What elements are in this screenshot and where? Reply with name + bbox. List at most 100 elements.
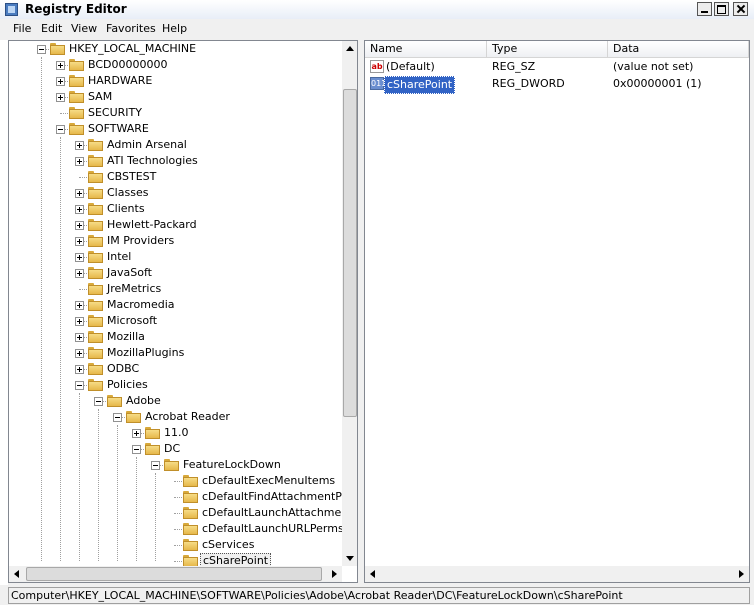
expand-icon[interactable] xyxy=(75,205,84,214)
tree-node[interactable]: cDefaultFindAttachmentPerms xyxy=(9,489,357,505)
tree-node-label: BCD00000000 xyxy=(88,58,168,71)
tree-node[interactable]: Policies xyxy=(9,377,342,393)
tree-node[interactable]: FeatureLockDown xyxy=(9,457,342,473)
folder-icon xyxy=(145,427,160,439)
tree-horizontal-scrollbar[interactable] xyxy=(9,566,342,582)
tree-vertical-scrollbar[interactable] xyxy=(342,41,357,566)
column-header-type[interactable]: Type xyxy=(487,41,608,58)
dword-value-icon: 011 xyxy=(370,77,387,90)
expand-icon[interactable] xyxy=(75,365,84,374)
list-scroll-right-button[interactable] xyxy=(733,566,749,582)
tree-node[interactable]: Classes xyxy=(9,185,342,201)
tree-node[interactable]: ATI Technologies xyxy=(9,153,342,169)
menu-favorites[interactable]: Favorites xyxy=(106,22,156,35)
column-header-name[interactable]: Name xyxy=(365,41,487,58)
tree-node[interactable]: Macromedia xyxy=(9,297,342,313)
expand-icon[interactable] xyxy=(75,141,84,150)
tree-node[interactable]: Clients xyxy=(9,201,342,217)
status-bar-path: Computer\HKEY_LOCAL_MACHINE\SOFTWARE\Pol… xyxy=(8,587,750,604)
expand-icon[interactable] xyxy=(75,253,84,262)
tree-node[interactable]: Hewlett-Packard xyxy=(9,217,342,233)
tree-node-label: FeatureLockDown xyxy=(183,458,281,471)
registry-key-tree[interactable]: HKEY_LOCAL_MACHINE BCD00000000 HARDWARE SAM… xyxy=(8,40,358,583)
menu-edit[interactable]: Edit xyxy=(41,22,62,35)
tree-node[interactable]: HKEY_LOCAL_MACHINE xyxy=(9,41,342,57)
menu-file[interactable]: File xyxy=(13,22,31,35)
tree-node[interactable]: IM Providers xyxy=(9,233,342,249)
folder-icon xyxy=(183,491,198,503)
tree-node[interactable]: Mozilla xyxy=(9,329,342,345)
tree-node[interactable]: SECURITY xyxy=(9,105,342,121)
tree-node[interactable]: Acrobat Reader xyxy=(9,409,342,425)
collapse-icon[interactable] xyxy=(75,381,84,390)
column-header-data[interactable]: Data xyxy=(608,41,749,58)
maximize-button[interactable] xyxy=(714,2,729,16)
tree-node[interactable]: CBSTEST xyxy=(9,169,342,185)
expand-icon[interactable] xyxy=(56,77,65,86)
expand-icon[interactable] xyxy=(75,317,84,326)
expand-icon[interactable] xyxy=(75,237,84,246)
collapse-icon[interactable] xyxy=(56,125,65,134)
expand-icon[interactable] xyxy=(56,61,65,70)
scroll-down-button[interactable] xyxy=(342,550,357,566)
folder-icon xyxy=(88,219,103,231)
tree-scroll-thumb[interactable] xyxy=(343,89,357,417)
tree-node[interactable]: Admin Arsenal xyxy=(9,137,342,153)
tree-node-label: Acrobat Reader xyxy=(145,410,230,423)
scroll-left-button[interactable] xyxy=(9,566,25,582)
folder-icon xyxy=(183,523,198,535)
tree-node-label: SAM xyxy=(88,90,113,103)
collapse-icon[interactable] xyxy=(151,461,160,470)
tree-node-label: SECURITY xyxy=(88,106,142,119)
expand-icon[interactable] xyxy=(75,221,84,230)
collapse-icon[interactable] xyxy=(94,397,103,406)
minimize-button[interactable] xyxy=(697,2,712,16)
expand-icon[interactable] xyxy=(75,157,84,166)
tree-node[interactable]: cServices xyxy=(9,537,342,553)
close-button[interactable] xyxy=(733,2,748,16)
expand-icon[interactable] xyxy=(75,189,84,198)
tree-node[interactable]: JavaSoft xyxy=(9,265,342,281)
tree-node[interactable]: ODBC xyxy=(9,361,342,377)
registry-editor-icon xyxy=(5,3,18,16)
tree-node[interactable]: MozillaPlugins xyxy=(9,345,342,361)
list-horizontal-scrollbar[interactable] xyxy=(365,566,749,582)
tree-node[interactable]: 11.0 xyxy=(9,425,342,441)
collapse-icon[interactable] xyxy=(132,445,141,454)
tree-hscroll-thumb[interactable] xyxy=(26,567,322,581)
menu-help[interactable]: Help xyxy=(162,22,187,35)
tree-node[interactable]: SOFTWARE xyxy=(9,121,342,137)
registry-values-list[interactable]: Name Type Data ab (Default) REG_SZ (valu… xyxy=(364,40,750,583)
collapse-icon[interactable] xyxy=(37,45,46,54)
value-row[interactable]: ab (Default) REG_SZ (value not set) xyxy=(365,59,749,75)
tree-node-label: cDefaultFindAttachmentPerms xyxy=(202,490,358,503)
tree-node[interactable]: SAM xyxy=(9,89,342,105)
expand-icon[interactable] xyxy=(75,301,84,310)
scroll-up-button[interactable] xyxy=(342,41,357,57)
tree-node[interactable]: DC xyxy=(9,441,342,457)
tree-node[interactable]: cDefaultLaunchAttachmentPerms xyxy=(9,505,357,521)
value-row-selected[interactable]: 011 cSharePoint REG_DWORD 0x00000001 (1) xyxy=(365,76,749,94)
tree-node-label: Clients xyxy=(107,202,145,215)
tree-node-label: MozillaPlugins xyxy=(107,346,185,359)
tree-node[interactable]: BCD00000000 xyxy=(9,57,342,73)
tree-node[interactable]: Microsoft xyxy=(9,313,342,329)
tree-node[interactable]: HARDWARE xyxy=(9,73,342,89)
expand-icon[interactable] xyxy=(75,269,84,278)
folder-icon xyxy=(88,267,103,279)
tree-node[interactable]: Adobe xyxy=(9,393,342,409)
tree-node[interactable]: cDefaultLaunchURLPerms xyxy=(9,521,344,537)
expand-icon[interactable] xyxy=(132,429,141,438)
folder-icon xyxy=(88,347,103,359)
expand-icon[interactable] xyxy=(75,333,84,342)
tree-node[interactable]: cDefaultExecMenuItems xyxy=(9,473,342,489)
tree-node[interactable]: Intel xyxy=(9,249,342,265)
tree-node-label: Mozilla xyxy=(107,330,145,343)
menu-view[interactable]: View xyxy=(71,22,97,35)
collapse-icon[interactable] xyxy=(113,413,122,422)
expand-icon[interactable] xyxy=(56,93,65,102)
scroll-right-button[interactable] xyxy=(326,566,342,582)
tree-node[interactable]: JreMetrics xyxy=(9,281,342,297)
expand-icon[interactable] xyxy=(75,349,84,358)
list-scroll-left-button[interactable] xyxy=(365,566,381,582)
